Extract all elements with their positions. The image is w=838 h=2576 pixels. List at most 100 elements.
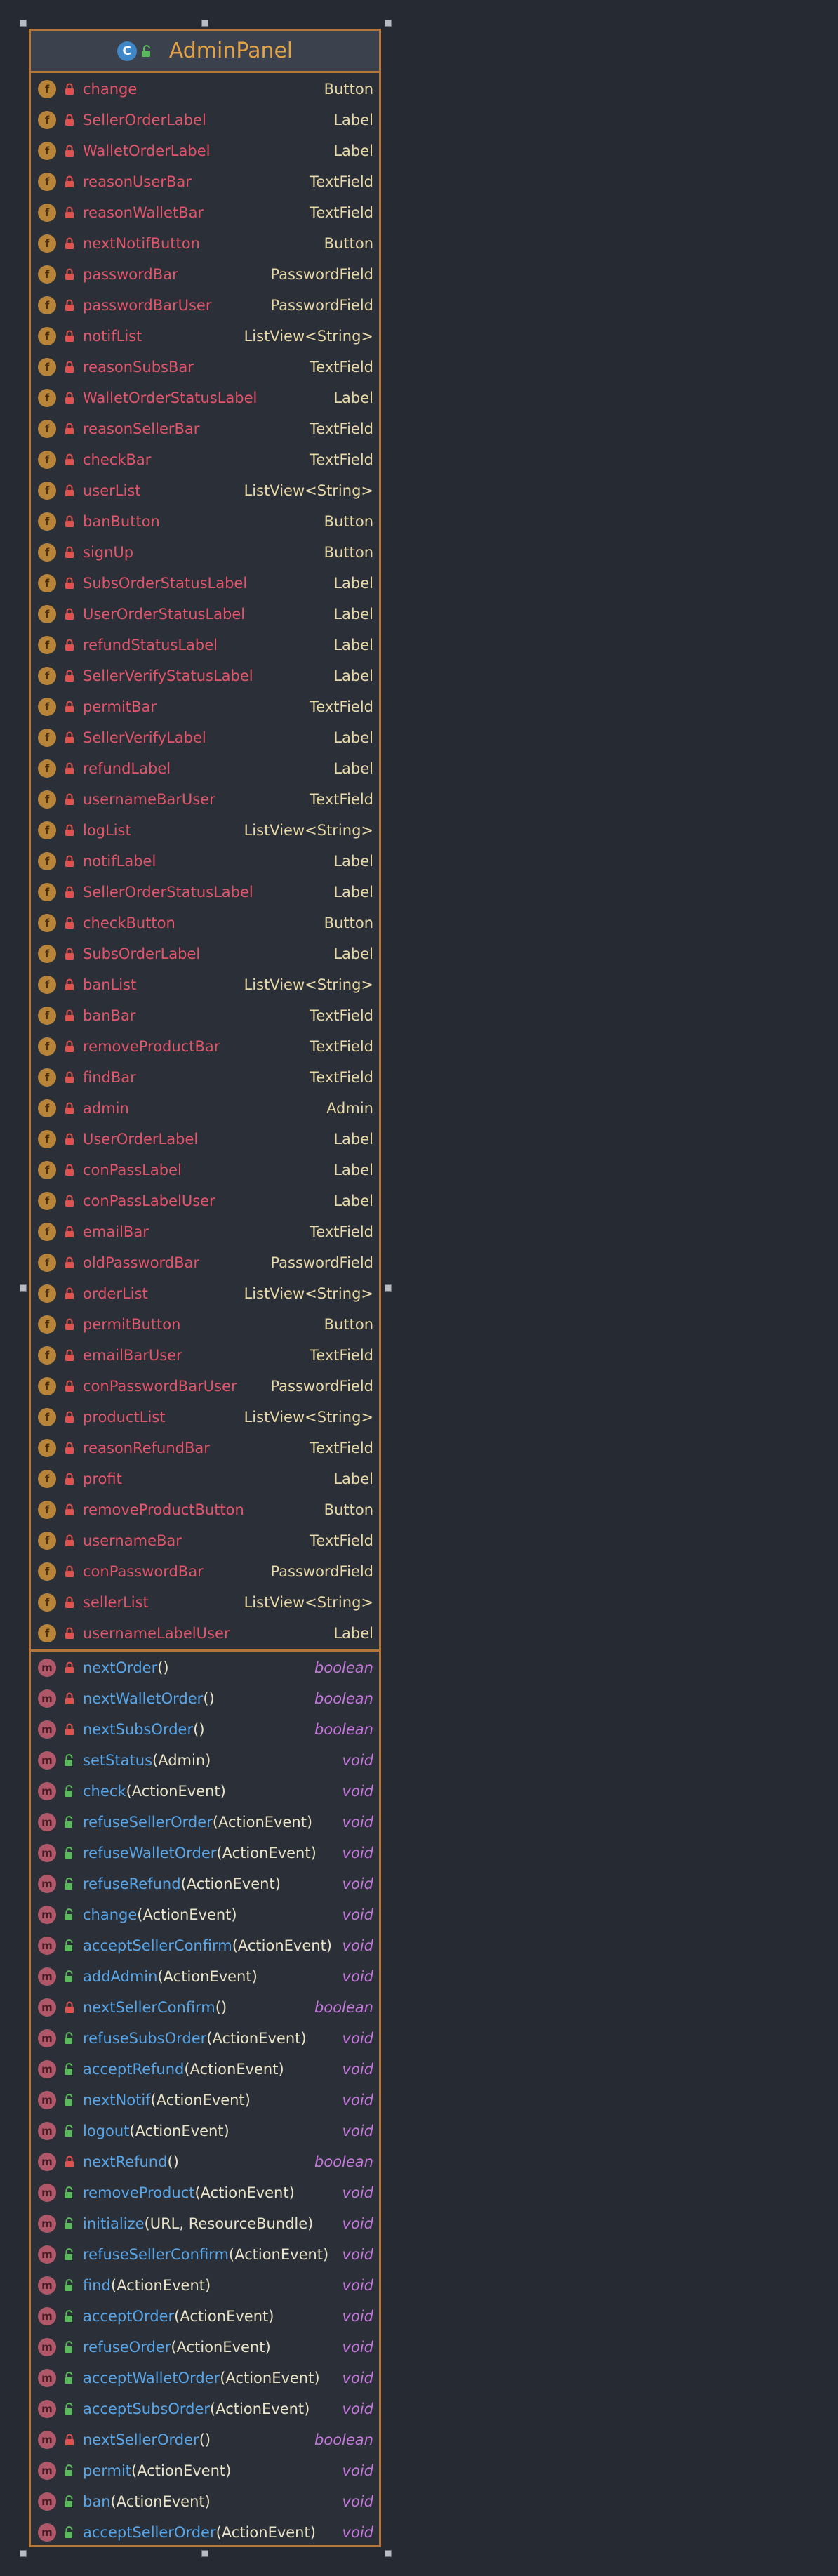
field-row[interactable]: f emailBarUser TextField	[31, 1340, 379, 1371]
field-row[interactable]: f change Button	[31, 74, 379, 105]
field-row[interactable]: f SubsOrderLabel Label	[31, 938, 379, 969]
method-row[interactable]: m permit (ActionEvent) void	[31, 2455, 379, 2486]
field-row[interactable]: f reasonWalletBar TextField	[31, 197, 379, 228]
method-row[interactable]: m refuseOrder (ActionEvent) void	[31, 2332, 379, 2363]
uml-class-box[interactable]: C AdminPanel f change Button f SellerOrderLa…	[29, 29, 381, 2547]
method-row[interactable]: m acceptSellerConfirm (ActionEvent) void	[31, 1930, 379, 1961]
field-row[interactable]: f notifList ListView<String>	[31, 321, 379, 352]
field-row[interactable]: f SellerOrderStatusLabel Label	[31, 877, 379, 908]
field-row[interactable]: f logList ListView<String>	[31, 815, 379, 846]
field-row[interactable]: f notifLabel Label	[31, 846, 379, 877]
method-row[interactable]: m initialize (URL, ResourceBundle) void	[31, 2208, 379, 2239]
field-row[interactable]: f UserOrderLabel Label	[31, 1124, 379, 1155]
method-row[interactable]: m logout (ActionEvent) void	[31, 2116, 379, 2146]
method-row[interactable]: m nextOrder() boolean	[31, 1652, 379, 1683]
field-row[interactable]: f reasonUserBar TextField	[31, 166, 379, 197]
public-unlock-icon	[62, 1784, 77, 1799]
field-row[interactable]: f checkBar TextField	[31, 444, 379, 475]
method-row[interactable]: m nextSellerConfirm() boolean	[31, 1992, 379, 2023]
field-name: nextNotifButton	[83, 235, 200, 252]
field-row[interactable]: f conPasswordBar PasswordField	[31, 1556, 379, 1587]
field-row[interactable]: f signUp Button	[31, 537, 379, 568]
resize-handle-bottom-right[interactable]	[385, 2550, 392, 2557]
field-row[interactable]: f reasonSubsBar TextField	[31, 352, 379, 383]
field-row[interactable]: f reasonSellerBar TextField	[31, 413, 379, 444]
resize-handle-bottom-left[interactable]	[20, 2550, 27, 2557]
field-row[interactable]: f permitBar TextField	[31, 691, 379, 722]
method-row[interactable]: m nextWalletOrder() boolean	[31, 1683, 379, 1714]
field-row[interactable]: f SubsOrderStatusLabel Label	[31, 568, 379, 599]
field-row[interactable]: f conPassLabel Label	[31, 1155, 379, 1186]
field-row[interactable]: f SellerVerifyLabel Label	[31, 722, 379, 753]
field-row[interactable]: f orderList ListView<String>	[31, 1278, 379, 1309]
method-row[interactable]: m nextSubsOrder() boolean	[31, 1714, 379, 1745]
resize-handle-middle-left[interactable]	[20, 1284, 27, 1292]
method-row[interactable]: m refuseSellerOrder (ActionEvent) void	[31, 1807, 379, 1838]
resize-handle-bottom-center[interactable]	[201, 2550, 208, 2557]
field-row[interactable]: f UserOrderStatusLabel Label	[31, 599, 379, 630]
field-row[interactable]: f userList ListView<String>	[31, 475, 379, 506]
field-row[interactable]: f removeProductButton Button	[31, 1494, 379, 1525]
method-icon: m	[38, 1782, 56, 1800]
method-row[interactable]: m acceptSellerOrder (ActionEvent) void	[31, 2517, 379, 2548]
field-row[interactable]: f conPasswordBarUser PasswordField	[31, 1371, 379, 1402]
field-row[interactable]: f refundLabel Label	[31, 753, 379, 784]
field-name: refundStatusLabel	[83, 637, 218, 653]
field-row[interactable]: f usernameLabelUser Label	[31, 1618, 379, 1649]
method-row[interactable]: m nextNotif (ActionEvent) void	[31, 2085, 379, 2116]
method-icon: m	[38, 1937, 56, 1955]
method-name: check	[83, 1783, 126, 1800]
method-row[interactable]: m acceptWalletOrder (ActionEvent) void	[31, 2363, 379, 2394]
field-row[interactable]: f WalletOrderStatusLabel Label	[31, 383, 379, 413]
method-row[interactable]: m ban (ActionEvent) void	[31, 2486, 379, 2517]
field-row[interactable]: f profit Label	[31, 1463, 379, 1494]
field-row[interactable]: f removeProductBar TextField	[31, 1031, 379, 1062]
resize-handle-middle-right[interactable]	[385, 1284, 392, 1292]
field-row[interactable]: f refundStatusLabel Label	[31, 630, 379, 660]
field-type: Label	[333, 142, 373, 159]
method-row[interactable]: m nextRefund() boolean	[31, 2146, 379, 2177]
field-row[interactable]: f SellerOrderLabel Label	[31, 105, 379, 135]
resize-handle-top-left[interactable]	[20, 20, 27, 27]
method-row[interactable]: m acceptSubsOrder (ActionEvent) void	[31, 2394, 379, 2424]
field-row[interactable]: f WalletOrderLabel Label	[31, 135, 379, 166]
method-row[interactable]: m acceptRefund (ActionEvent) void	[31, 2054, 379, 2085]
field-row[interactable]: f findBar TextField	[31, 1062, 379, 1093]
method-row[interactable]: m check (ActionEvent) void	[31, 1776, 379, 1807]
field-row[interactable]: f conPassLabelUser Label	[31, 1186, 379, 1216]
field-row[interactable]: f emailBar TextField	[31, 1216, 379, 1247]
field-row[interactable]: f productList ListView<String>	[31, 1402, 379, 1433]
private-lock-icon	[62, 421, 77, 437]
field-row[interactable]: f reasonRefundBar TextField	[31, 1433, 379, 1463]
method-row[interactable]: m refuseRefund (ActionEvent) void	[31, 1868, 379, 1899]
method-row[interactable]: m nextSellerOrder() boolean	[31, 2424, 379, 2455]
field-type: Label	[333, 668, 373, 684]
field-row[interactable]: f SellerVerifyStatusLabel Label	[31, 660, 379, 691]
resize-handle-top-right[interactable]	[385, 20, 392, 27]
field-row[interactable]: f banList ListView<String>	[31, 969, 379, 1000]
field-row[interactable]: f usernameBarUser TextField	[31, 784, 379, 815]
field-row[interactable]: f nextNotifButton Button	[31, 228, 379, 259]
method-row[interactable]: m acceptOrder (ActionEvent) void	[31, 2301, 379, 2332]
field-row[interactable]: f sellerList ListView<String>	[31, 1587, 379, 1618]
method-row[interactable]: m removeProduct (ActionEvent) void	[31, 2177, 379, 2208]
field-row[interactable]: f oldPasswordBar PasswordField	[31, 1247, 379, 1278]
field-row[interactable]: f admin Admin	[31, 1093, 379, 1124]
field-row[interactable]: f banButton Button	[31, 506, 379, 537]
field-row[interactable]: f banBar TextField	[31, 1000, 379, 1031]
method-row[interactable]: m find (ActionEvent) void	[31, 2270, 379, 2301]
method-row[interactable]: m setStatus (Admin) void	[31, 1745, 379, 1776]
resize-handle-top-center[interactable]	[201, 20, 208, 27]
method-row[interactable]: m refuseSellerConfirm (ActionEvent) void	[31, 2239, 379, 2270]
field-row[interactable]: f passwordBarUser PasswordField	[31, 290, 379, 321]
method-row[interactable]: m refuseWalletOrder (ActionEvent) void	[31, 1838, 379, 1868]
field-row[interactable]: f usernameBar TextField	[31, 1525, 379, 1556]
field-row[interactable]: f checkButton Button	[31, 908, 379, 938]
method-row[interactable]: m change (ActionEvent) void	[31, 1899, 379, 1930]
field-row[interactable]: f permitButton Button	[31, 1309, 379, 1340]
field-row[interactable]: f passwordBar PasswordField	[31, 259, 379, 290]
method-row[interactable]: m refuseSubsOrder (ActionEvent) void	[31, 2023, 379, 2054]
field-type: TextField	[310, 1069, 373, 1086]
field-name: emailBar	[83, 1223, 149, 1240]
method-row[interactable]: m addAdmin (ActionEvent) void	[31, 1961, 379, 1992]
